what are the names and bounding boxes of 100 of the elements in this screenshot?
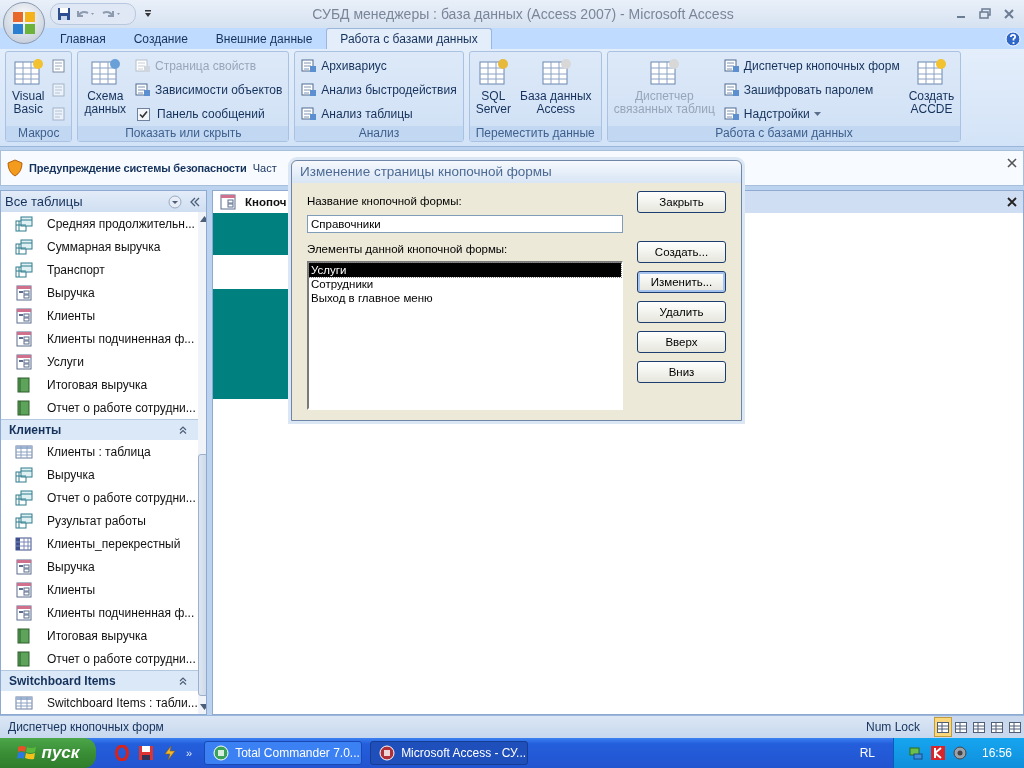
customize-caret-icon[interactable] xyxy=(144,8,152,19)
close-icon[interactable] xyxy=(1007,197,1017,207)
scroll-up-icon[interactable] xyxy=(199,216,206,222)
sheets-icon xyxy=(15,489,33,506)
ribbon-tab[interactable]: Создание xyxy=(119,28,202,50)
items-listbox[interactable]: Услуги Сотрудники Выход в главное меню xyxy=(307,261,623,410)
document-icon xyxy=(51,58,68,75)
scroll-down-icon[interactable] xyxy=(199,704,206,710)
nav-item[interactable]: Рузультат работы xyxy=(1,509,198,532)
sheets-icon xyxy=(15,238,33,255)
dialog-button[interactable]: Удалить xyxy=(637,301,726,323)
nav-item[interactable]: Клиенты подчиненная ф... xyxy=(1,601,198,624)
sheets-icon xyxy=(15,466,33,483)
checkmark-icon xyxy=(139,109,149,119)
ribbon-button[interactable]: База данных Access xyxy=(517,54,595,127)
help-icon[interactable] xyxy=(1005,30,1021,47)
nav-item[interactable]: Клиенты xyxy=(1,304,198,327)
checkbox[interactable] xyxy=(137,107,151,121)
nav-item[interactable]: Суммарная выручка xyxy=(1,235,198,258)
more-button[interactable]: » xyxy=(186,747,193,759)
nav-item[interactable]: Отчет о работе сотрудни... xyxy=(1,396,198,419)
security-title: Предупреждение системы безопасности xyxy=(29,162,247,175)
nav-item[interactable]: Клиенты xyxy=(1,578,198,601)
sheets-icon xyxy=(15,261,33,278)
form-icon xyxy=(15,284,33,301)
ribbon-tab[interactable]: Работа с базами данных xyxy=(326,28,492,50)
ribbon-button[interactable]: Схема данных xyxy=(81,54,130,127)
network-icon[interactable] xyxy=(907,745,924,761)
nav-item[interactable]: Транспорт xyxy=(1,258,198,281)
ribbon-button[interactable]: Диспетчер кнопочных форм xyxy=(720,56,903,77)
document-icon xyxy=(135,58,152,75)
num-lock-indicator: Num Lock xyxy=(865,720,920,734)
document-icon xyxy=(51,106,68,123)
document-icon xyxy=(51,82,68,99)
nav-item[interactable]: Итоговая выручка xyxy=(1,373,198,396)
document-icon xyxy=(301,58,318,75)
floppy-icon[interactable] xyxy=(138,745,154,761)
form-icon xyxy=(15,353,33,370)
dropdown-icon[interactable] xyxy=(168,194,182,209)
nav-item[interactable]: Средняя продолжительн... xyxy=(1,212,198,235)
ribbon-button[interactable]: Зашифровать паролем xyxy=(720,80,903,101)
dialog-button[interactable]: Вниз xyxy=(637,361,726,383)
dialog-button[interactable]: Создать... xyxy=(637,241,726,263)
dialog-button[interactable]: Закрыть xyxy=(637,191,726,213)
ribbon-checkbox[interactable]: Панель сообщений xyxy=(132,104,286,125)
document-icon xyxy=(301,82,318,99)
nav-item[interactable]: Отчет о работе сотрудни... xyxy=(1,486,198,509)
caret-icon xyxy=(813,111,821,117)
start-button[interactable]: пуск xyxy=(0,738,96,768)
list-item[interactable]: Сотрудники xyxy=(309,277,621,291)
dialog-button[interactable]: Вверх xyxy=(637,331,726,353)
k-shield-icon[interactable] xyxy=(929,745,946,761)
name-input[interactable]: Справочники xyxy=(307,215,623,233)
ribbon-button[interactable]: Зависимости объектов xyxy=(132,80,286,101)
nav-group-header[interactable]: Клиенты xyxy=(1,419,198,440)
ribbon-button[interactable]: Visual Basic xyxy=(9,54,48,127)
list-item[interactable]: Услуги xyxy=(309,263,621,277)
language-indicator[interactable]: RL xyxy=(859,746,875,760)
grid-icon xyxy=(15,535,33,552)
book-icon xyxy=(15,399,33,416)
list-item[interactable]: Выход в главное меню xyxy=(309,291,621,305)
ribbon-button[interactable]: Анализ таблицы xyxy=(298,104,460,125)
sheets-icon xyxy=(15,512,33,529)
nav-item[interactable]: Клиенты_перекрестный xyxy=(1,532,198,555)
nav-item[interactable]: Услуги xyxy=(1,350,198,373)
security-text: Част xyxy=(252,162,277,175)
nav-item[interactable]: Клиенты : таблица xyxy=(1,440,198,463)
ribbon-button[interactable]: Архивариус xyxy=(298,56,460,77)
ribbon-button[interactable]: Анализ быстродействия xyxy=(298,80,460,101)
lightning-icon[interactable] xyxy=(162,745,178,761)
ribbon-tab[interactable]: Главная xyxy=(46,28,120,50)
taskbar-button[interactable]: Microsoft Access - СУ... xyxy=(370,741,529,765)
clock: 16:56 xyxy=(981,746,1012,760)
nav-item[interactable]: Выручка xyxy=(1,463,198,486)
taskbar-button[interactable]: Total Commander 7.0... xyxy=(204,741,363,765)
nav-item[interactable]: Отчет о работе сотрудни... xyxy=(1,647,198,670)
nav-item[interactable]: Switchboard Items : табли... xyxy=(1,691,198,714)
dialog-button[interactable]: Изменить... xyxy=(637,271,726,293)
windows-flag-icon xyxy=(16,744,37,762)
nav-item[interactable]: Выручка xyxy=(1,281,198,304)
nav-title[interactable]: Все таблицы xyxy=(5,194,162,209)
form-icon xyxy=(15,558,33,575)
ribbon-button[interactable]: SQL Server xyxy=(472,54,515,127)
office-button[interactable] xyxy=(3,2,45,44)
view-button[interactable] xyxy=(934,717,952,737)
ribbon-button[interactable]: Создать ACCDE xyxy=(905,54,958,127)
chevron-icon[interactable] xyxy=(177,425,188,435)
save-icon[interactable] xyxy=(57,6,71,21)
book-icon xyxy=(15,650,33,667)
ribbon-tab[interactable]: Внешние данные xyxy=(201,28,327,50)
restore-icon[interactable] xyxy=(978,6,992,21)
close-icon[interactable] xyxy=(1006,157,1018,170)
nav-item[interactable]: Итоговая выручка xyxy=(1,624,198,647)
ribbon-button[interactable]: Надстройки xyxy=(720,104,903,125)
table-icon xyxy=(15,694,33,711)
nav-group-header[interactable]: Switchboard Items xyxy=(1,670,198,691)
speaker-icon[interactable] xyxy=(951,745,968,761)
nav-item[interactable]: Выручка xyxy=(1,555,198,578)
chevron-icon[interactable] xyxy=(177,676,188,686)
nav-item[interactable]: Клиенты подчиненная ф... xyxy=(1,327,198,350)
